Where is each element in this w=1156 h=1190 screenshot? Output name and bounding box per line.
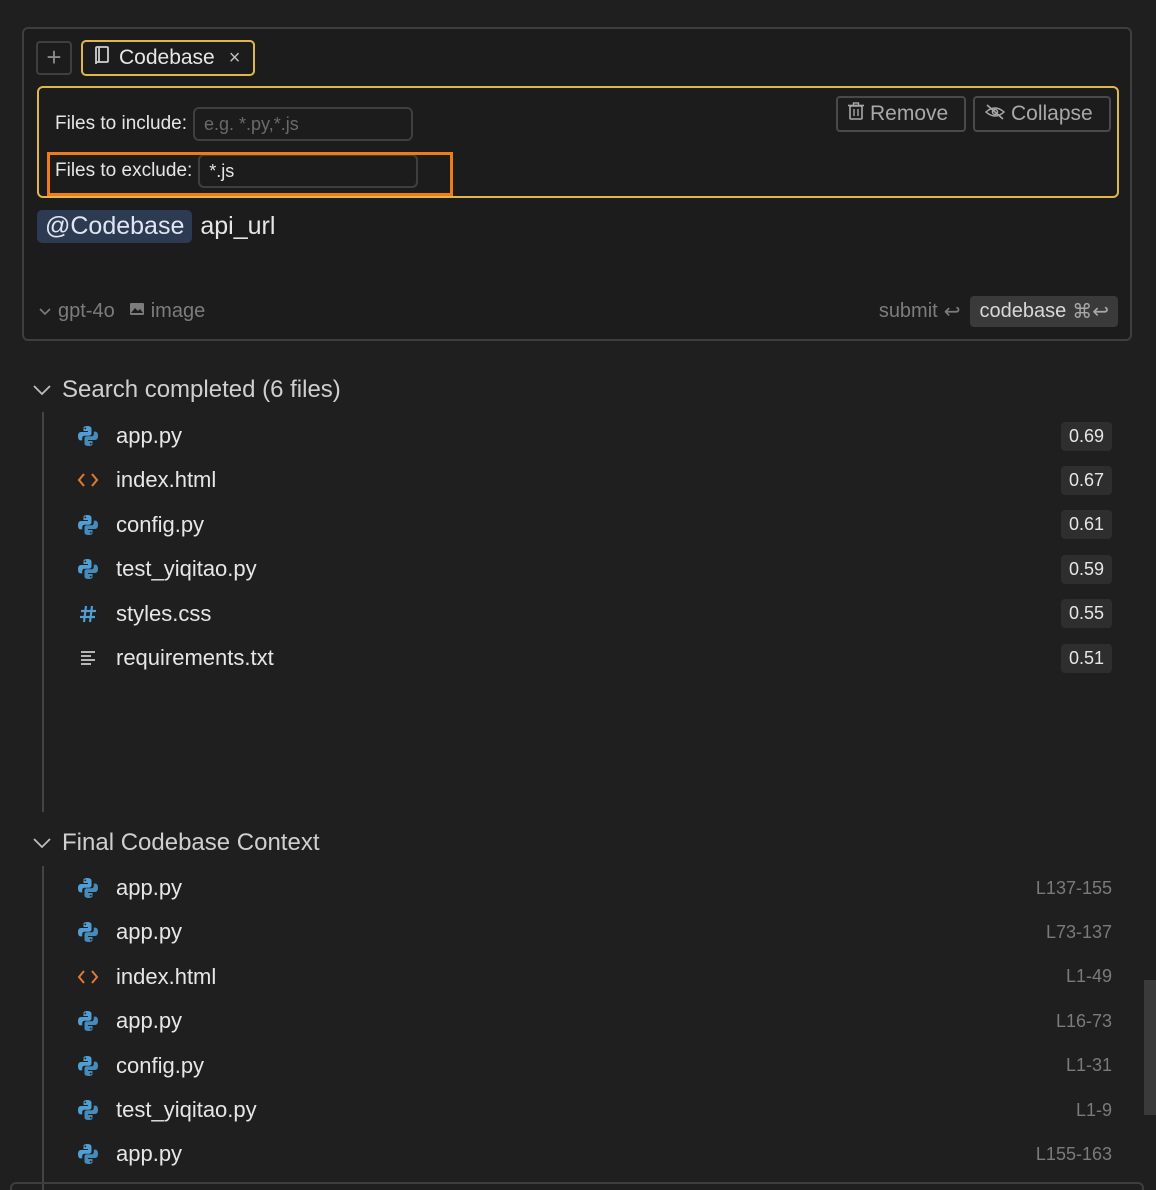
python-icon — [76, 1009, 100, 1033]
codebase-mention[interactable]: @Codebase — [37, 210, 193, 243]
search-section-header[interactable]: Search completed (6 files) — [32, 376, 341, 404]
file-name: styles.css — [116, 600, 212, 626]
python-icon — [76, 876, 100, 900]
trash-icon — [848, 102, 864, 126]
python-icon — [76, 1142, 100, 1166]
tree-guide-line — [42, 412, 44, 812]
file-name: app.py — [116, 1141, 183, 1167]
eye-off-icon — [984, 102, 1006, 126]
file-name: requirements.txt — [116, 645, 274, 670]
exclude-label: Files to exclude: — [55, 160, 193, 181]
python-icon — [76, 1054, 100, 1078]
include-input[interactable] — [193, 107, 414, 141]
codebase-chat-panel: + Codebase × Files to include: Files to … — [0, 0, 1156, 1190]
remove-button[interactable]: Remove — [836, 96, 966, 132]
file-name: index.html — [116, 963, 217, 989]
collapse-button[interactable]: Collapse — [973, 96, 1111, 132]
chevron-down-icon — [32, 829, 52, 857]
file-row[interactable]: requirements.txt 0.51 — [76, 642, 1112, 674]
python-icon — [76, 513, 100, 537]
chevron-down-icon — [32, 376, 52, 404]
relevance-score-badge: 0.67 — [1060, 465, 1112, 495]
file-name: app.py — [116, 919, 183, 945]
file-row[interactable]: styles.css 0.55 — [76, 598, 1112, 630]
file-row[interactable]: app.py L73-137 — [76, 916, 1112, 948]
relevance-score-badge: 0.59 — [1060, 554, 1112, 584]
remove-label: Remove — [870, 102, 949, 125]
image-button[interactable]: image — [129, 300, 205, 323]
line-range: L155-163 — [1035, 1143, 1112, 1164]
file-row[interactable]: test_yiqitao.py 0.59 — [76, 553, 1112, 585]
include-label: Files to include: — [55, 113, 188, 134]
exclude-input[interactable] — [198, 154, 419, 188]
file-row[interactable]: app.py L155-163 — [76, 1138, 1112, 1170]
next-panel-edge — [10, 1182, 1144, 1190]
codebase-submit-button[interactable]: codebase ⌘↩ — [970, 296, 1118, 327]
final-context-title: Final Codebase Context — [62, 829, 320, 856]
file-name: app.py — [116, 1008, 183, 1034]
file-name: test_yiqitao.py — [116, 1097, 257, 1122]
relevance-score-badge: 0.69 — [1060, 421, 1112, 451]
submit-label: submit — [878, 300, 938, 322]
search-section-title: Search completed (6 files) — [62, 376, 341, 403]
file-name: test_yiqitao.py — [116, 556, 257, 582]
file-row[interactable]: config.py 0.61 — [76, 509, 1112, 541]
include-row: Files to include: — [55, 107, 414, 141]
python-icon — [76, 920, 100, 944]
css-icon — [76, 602, 100, 626]
exclude-row: Files to exclude: — [55, 154, 419, 188]
file-name: config.py — [116, 511, 205, 537]
context-tab-codebase[interactable]: Codebase × — [81, 40, 255, 76]
line-range: L137-155 — [1035, 877, 1112, 898]
image-icon — [129, 300, 145, 323]
file-row[interactable]: index.html L1-49 — [76, 961, 1112, 993]
scrollbar-thumb[interactable] — [1144, 980, 1156, 1115]
query-text[interactable]: @Codebase api_url — [37, 210, 275, 243]
html-icon — [76, 965, 100, 989]
composer-options: gpt-4o image — [38, 300, 205, 323]
tree-guide-line — [42, 866, 44, 1190]
query-input-text: api_url — [200, 212, 276, 240]
line-range: L1-49 — [1065, 966, 1112, 987]
command-enter-icon: ⌘↩ — [1072, 301, 1109, 323]
line-range: L16-73 — [1055, 1010, 1112, 1031]
line-range: L73-137 — [1045, 921, 1112, 942]
file-filters: Files to include: Files to exclude: — [37, 86, 1119, 198]
final-context-header[interactable]: Final Codebase Context — [32, 829, 319, 857]
python-icon — [76, 557, 100, 581]
file-row[interactable]: config.py L1-31 — [76, 1050, 1112, 1082]
python-icon — [76, 1098, 100, 1122]
file-row[interactable]: app.py L16-73 — [76, 1005, 1112, 1037]
file-name: index.html — [116, 467, 217, 493]
image-label: image — [150, 300, 206, 322]
relevance-score-badge: 0.51 — [1060, 643, 1112, 673]
codebase-submit-label: codebase — [979, 300, 1067, 322]
submit-button[interactable]: submit ↩ — [879, 299, 961, 324]
file-row[interactable]: index.html 0.67 — [76, 464, 1112, 496]
relevance-score-badge: 0.55 — [1060, 599, 1112, 629]
close-icon[interactable]: × — [229, 47, 241, 70]
add-context-button[interactable]: + — [36, 41, 72, 75]
context-tab-label: Codebase — [119, 46, 215, 69]
file-row[interactable]: test_yiqitao.py L1-9 — [76, 1094, 1112, 1126]
chevron-down-icon[interactable] — [38, 300, 52, 323]
line-range: L1-9 — [1075, 1099, 1112, 1120]
html-icon — [76, 468, 100, 492]
enter-icon: ↩ — [943, 301, 961, 323]
composer: + Codebase × Files to include: Files to … — [22, 27, 1132, 341]
line-range: L1-31 — [1065, 1055, 1112, 1076]
python-icon — [76, 424, 100, 448]
collapse-label: Collapse — [1011, 102, 1093, 125]
book-icon — [93, 45, 111, 71]
file-name: app.py — [116, 423, 183, 448]
file-row[interactable]: app.py L137-155 — [76, 872, 1112, 904]
file-row[interactable]: app.py 0.69 — [76, 420, 1112, 452]
file-name: config.py — [116, 1052, 205, 1078]
submit-actions: submit ↩ codebase ⌘↩ — [879, 296, 1118, 327]
text-file-icon — [76, 646, 100, 670]
model-selector[interactable]: gpt-4o — [58, 300, 115, 323]
file-name: app.py — [116, 875, 183, 900]
relevance-score-badge: 0.61 — [1060, 510, 1112, 540]
